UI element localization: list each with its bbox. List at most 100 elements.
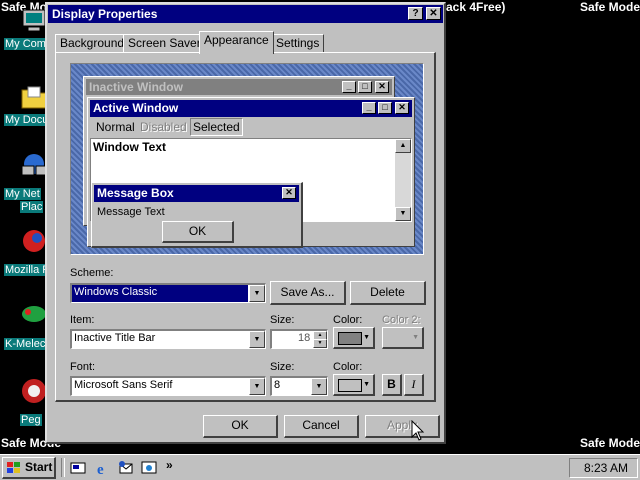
desktop-icon-label: K-Melec: [4, 338, 47, 350]
chevron-down-icon: ▼: [363, 381, 370, 388]
system-tray: 8:23 AM: [569, 458, 638, 478]
clock[interactable]: 8:23 AM: [584, 461, 628, 475]
bold-button[interactable]: B: [382, 374, 402, 396]
help-button[interactable]: ?: [408, 7, 423, 20]
preview-message-box: Message Box ✕ Message Text OK: [91, 182, 303, 248]
start-label: Start: [25, 460, 53, 474]
tab-settings[interactable]: Settings: [271, 34, 325, 53]
font-size-value: 8: [274, 379, 281, 391]
font-size-select[interactable]: 8 ▼: [270, 376, 328, 396]
desktop-icon-label: Peg: [20, 414, 42, 426]
item-color2-button: ▼: [382, 327, 424, 349]
pegasus-icon: [22, 379, 46, 403]
close-icon: ✕: [375, 81, 389, 93]
preview-message-titlebar: Message Box ✕: [94, 185, 299, 202]
safe-mode-bottom-right: Safe Mode: [580, 436, 640, 450]
save-as-button[interactable]: Save As...: [270, 281, 346, 305]
ok-button[interactable]: OK: [203, 415, 278, 438]
preview-menu-selected: Selected: [190, 118, 243, 136]
preview-message-title: Message Box: [97, 186, 174, 200]
desktop-icon-label: Mozilla F: [4, 264, 51, 276]
close-icon: ✕: [282, 187, 296, 199]
desktop-icon-my-computer[interactable]: My Com: [0, 8, 47, 66]
item-size-value: 18: [298, 332, 311, 344]
color-swatch: [338, 332, 362, 345]
preview-scrollbar: ▲ ▼: [395, 139, 411, 221]
font-color-button[interactable]: ▼: [333, 374, 375, 396]
desktop-icon-pegasus[interactable]: Peg: [0, 378, 46, 436]
font-value: Microsoft Sans Serif: [74, 379, 173, 391]
item-size-spinner[interactable]: 18 ▲ ▼: [270, 329, 328, 349]
apply-button[interactable]: Apply: [365, 415, 440, 438]
desktop-icon-label: Plac: [20, 201, 44, 213]
cancel-button[interactable]: Cancel: [284, 415, 359, 438]
channels-icon[interactable]: [141, 460, 157, 476]
appearance-panel: Inactive Window _ □ ✕ Active Window _ □ …: [55, 52, 436, 402]
tab-background[interactable]: Background: [55, 34, 130, 53]
delete-button[interactable]: Delete: [350, 281, 426, 305]
preview-inactive-titlebar: Inactive Window _ □ ✕: [86, 79, 392, 95]
preview-menu-disabled: Disabled: [140, 120, 187, 134]
item-size-label: Size:: [270, 314, 295, 326]
start-button[interactable]: Start: [2, 457, 56, 479]
item-color-button[interactable]: ▼: [333, 327, 375, 349]
scheme-value: Windows Classic: [74, 286, 158, 298]
preview-message-text: Message Text: [97, 206, 165, 218]
safe-mode-top-right: Safe Mode: [580, 0, 640, 14]
tab-appearance[interactable]: Appearance: [199, 31, 274, 54]
mozilla-icon: [23, 230, 45, 252]
spin-down-icon[interactable]: ▼: [313, 339, 327, 348]
color-swatch: [338, 379, 362, 392]
desktop-icon-my-documents[interactable]: My Docu: [0, 84, 50, 142]
maximize-icon: □: [358, 81, 372, 93]
scheme-label: Scheme:: [70, 267, 114, 279]
desktop-icon-network[interactable]: My Net Plac: [0, 152, 47, 214]
italic-button[interactable]: I: [404, 374, 424, 396]
network-icon: [21, 154, 47, 176]
item-label: Item:: [70, 314, 95, 326]
appearance-preview[interactable]: Inactive Window _ □ ✕ Active Window _ □ …: [70, 63, 424, 255]
item-color-label: Color:: [333, 314, 363, 326]
chevron-down-icon: ▼: [363, 334, 370, 341]
quick-launch-more-icon[interactable]: »: [166, 458, 173, 472]
desktop-background-text: ack 4Free): [446, 0, 506, 14]
scheme-select[interactable]: Windows Classic ▼: [70, 283, 266, 303]
tab-screen-saver[interactable]: Screen Saver: [123, 34, 206, 53]
font-color-label: Color:: [333, 361, 363, 373]
font-label: Font:: [70, 361, 96, 373]
dialog-title: Display Properties: [52, 7, 158, 21]
minimize-icon: _: [362, 102, 376, 114]
item-color2-label: Color 2:: [382, 314, 421, 326]
font-select[interactable]: Microsoft Sans Serif ▼: [70, 376, 266, 396]
preview-ok-button: OK: [162, 221, 234, 243]
item-value: Inactive Title Bar: [74, 332, 156, 344]
outlook-icon[interactable]: [118, 460, 134, 476]
desktop-icon-mozilla[interactable]: Mozilla F: [0, 228, 51, 286]
chevron-down-icon: ▼: [412, 334, 419, 341]
dialog-titlebar[interactable]: Display Properties ? ✕: [48, 5, 443, 23]
ie-icon[interactable]: e: [95, 460, 111, 476]
windows-logo-icon: [7, 462, 20, 473]
maximize-icon: □: [378, 102, 392, 114]
desktop-icon-label: My Com: [4, 38, 47, 50]
preview-window-text: Window Text: [93, 140, 166, 154]
preview-active-title: Active Window: [93, 101, 179, 115]
chevron-down-icon[interactable]: ▼: [249, 331, 265, 348]
k-meleon-icon: [22, 306, 46, 322]
preview-active-titlebar: Active Window _ □ ✕: [90, 100, 412, 117]
my-computer-icon: [22, 9, 46, 32]
desktop-icon-label: My Docu: [4, 114, 50, 126]
my-documents-icon: [21, 86, 47, 109]
close-button[interactable]: ✕: [426, 7, 441, 20]
desktop-icon-k-meleon[interactable]: K-Melec: [0, 300, 47, 358]
taskbar-divider: [61, 458, 65, 477]
mouse-cursor-icon: [411, 420, 425, 441]
chevron-down-icon[interactable]: ▼: [311, 378, 327, 395]
chevron-down-icon[interactable]: ▼: [249, 378, 265, 395]
taskbar: Start e » 8:23 AM: [0, 454, 640, 480]
minimize-icon: _: [342, 81, 356, 93]
show-desktop-icon[interactable]: [70, 460, 86, 476]
item-select[interactable]: Inactive Title Bar ▼: [70, 329, 266, 349]
chevron-down-icon[interactable]: ▼: [249, 285, 265, 302]
close-icon: ✕: [395, 102, 409, 114]
